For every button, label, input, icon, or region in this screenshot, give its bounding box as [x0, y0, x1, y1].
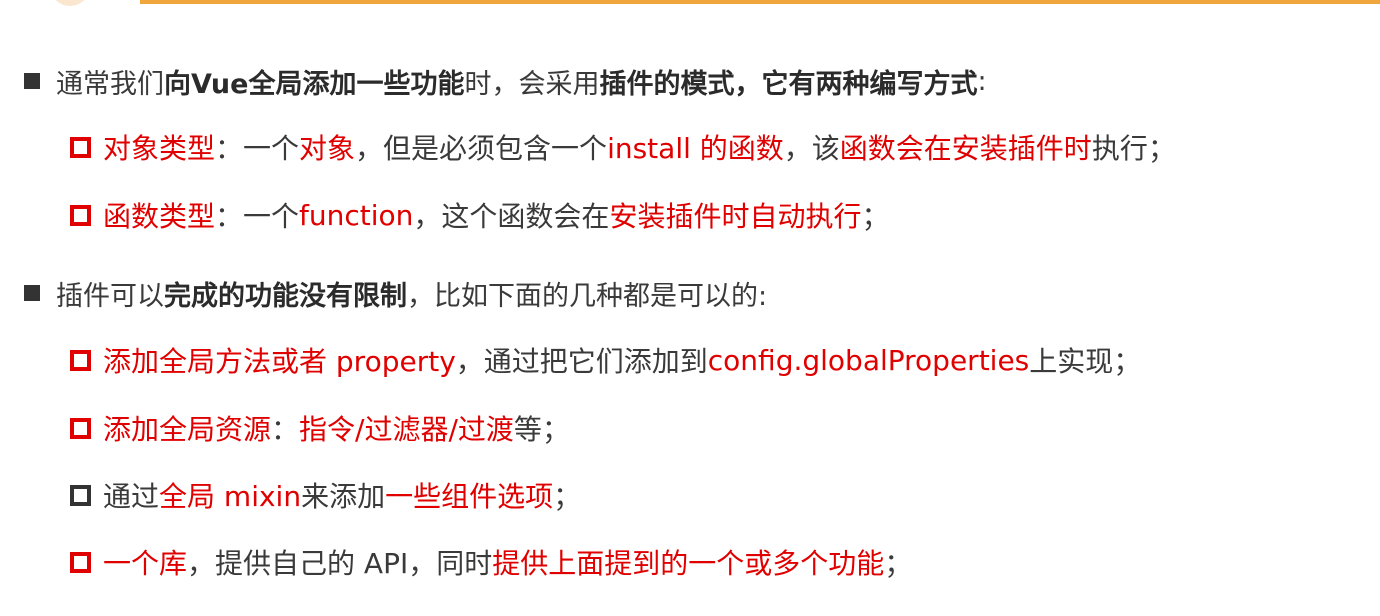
- hollow-square-bullet-icon: [70, 136, 91, 158]
- text-segment: 时，会采用: [464, 68, 600, 100]
- text-segment: 上实现；: [1029, 345, 1142, 378]
- sub-bullet-global-properties: 添加全局方法或者 property ，通过把它们添加到 config.global…: [70, 339, 1141, 381]
- text-segment: :: [977, 65, 987, 97]
- text-segment: 对象: [299, 132, 356, 165]
- text-segment: 指令/过滤器/过渡: [299, 413, 514, 446]
- text-segment: 插件的模式，它有两种编写方式: [599, 68, 978, 100]
- text-segment: 来添加: [301, 480, 386, 513]
- text-segment: ；: [884, 547, 913, 580]
- text-segment: ；: [861, 200, 890, 233]
- text-segment: 执行；: [1091, 132, 1176, 165]
- text-segment: 一个库: [103, 547, 188, 580]
- bullet-plugin-capabilities: 插件可以 完成的功能没有限制 ，比如下面的几种都是可以的:: [24, 272, 767, 314]
- text-segment: ；: [553, 480, 582, 513]
- text-segment: ：一个: [215, 132, 300, 165]
- text-segment: ：一个: [215, 200, 300, 233]
- hollow-square-bullet-icon: [70, 417, 91, 439]
- text-segment: ，但是必须包含一个: [355, 132, 608, 165]
- hollow-square-bullet-icon: [70, 349, 91, 371]
- text-segment: ：: [271, 413, 300, 446]
- sub-bullet-global-mixin: 通过 全局 mixin 来添加 一些组件选项；: [70, 474, 581, 516]
- square-bullet-icon: [24, 285, 40, 301]
- text-segment: function: [299, 198, 414, 232]
- text-segment: 一些组件选项: [385, 480, 554, 513]
- bullet-plugin-intro: 通常我们 向Vue全局添加一些功能 时，会采用 插件的模式，它有两种编写方式:: [24, 60, 987, 102]
- header-rule: [140, 0, 1380, 4]
- hollow-square-bullet-icon: [70, 484, 91, 506]
- sub-bullet-function-type: 函数类型 ：一个 function ，这个函数会在 安装插件时自动执行；: [70, 194, 889, 236]
- text-segment: 添加全局方法或者 property: [103, 345, 456, 378]
- text-segment: 函数会在安装插件时: [839, 132, 1092, 165]
- hollow-square-bullet-icon: [70, 204, 91, 226]
- text-segment: 通过: [103, 480, 160, 513]
- text-segment: 提供上面提到的一个或多个功能: [492, 547, 885, 580]
- text-segment: 全局 mixin: [159, 480, 302, 513]
- text-segment: 添加全局资源: [103, 413, 272, 446]
- text-segment: config.globalProperties: [707, 343, 1030, 377]
- text-segment: install 的函数: [607, 132, 784, 165]
- sub-bullet-object-type: 对象类型 ：一个 对象 ，但是必须包含一个 install 的函数 ，该 函数会在安装插件…: [70, 126, 1176, 168]
- sub-bullet-library: 一个库 ，提供自己的 API，同时 提供上面提到的一个或多个功能；: [70, 541, 912, 583]
- text-segment: ，这个函数会在: [413, 200, 610, 233]
- text-segment: 插件可以: [56, 280, 164, 312]
- text-segment: 安装插件时自动执行: [609, 200, 862, 233]
- text-segment: ，提供自己的 API，同时: [187, 547, 493, 580]
- text-segment: ，该: [783, 132, 840, 165]
- text-segment: 等；: [513, 413, 570, 446]
- text-segment: 函数类型: [103, 200, 216, 233]
- text-segment: ，比如下面的几种都是可以的:: [407, 280, 768, 312]
- sub-bullet-global-resources: 添加全局资源：指令/过滤器/过渡 等；: [70, 407, 570, 449]
- text-segment: 向Vue全局添加一些功能: [164, 68, 465, 100]
- hollow-square-bullet-icon: [70, 551, 91, 573]
- text-segment: 完成的功能没有限制: [164, 280, 407, 312]
- text-segment: 对象类型: [103, 132, 216, 165]
- text-segment: 通常我们: [56, 68, 164, 100]
- text-segment: ，通过把它们添加到: [455, 345, 708, 378]
- square-bullet-icon: [24, 73, 40, 89]
- logo-mark: [50, 0, 90, 6]
